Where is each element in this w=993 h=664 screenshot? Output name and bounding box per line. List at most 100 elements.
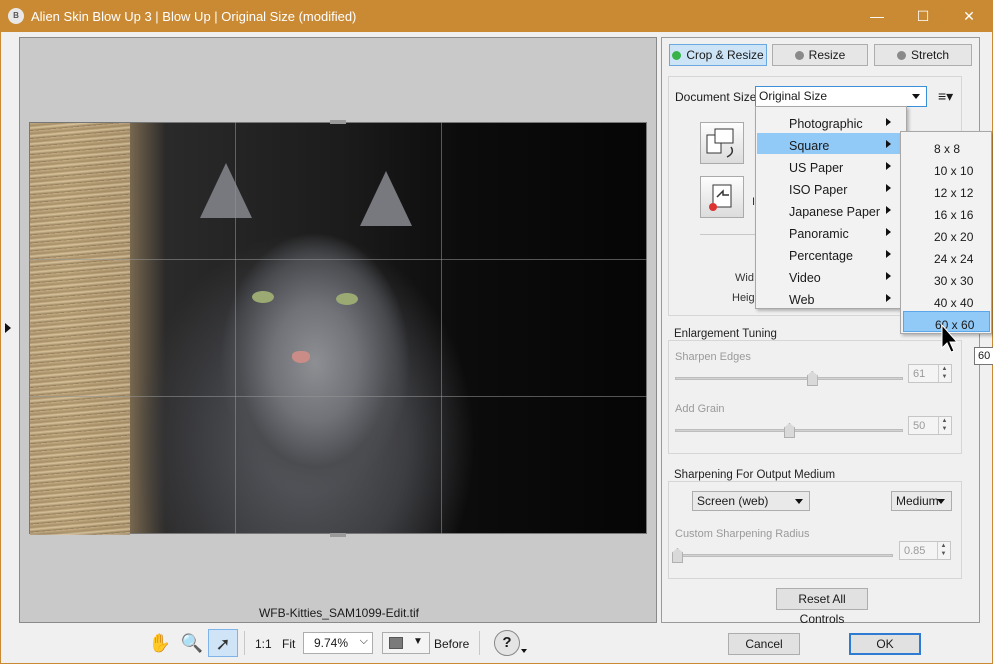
dropdown-arrow-icon [937, 499, 945, 504]
spinner-arrows-icon[interactable]: ▲ ▼ [937, 542, 949, 559]
menu-item-20x20[interactable]: 20 x 20 [903, 224, 990, 245]
cat-nose [292, 351, 310, 363]
app-logo-icon: B [8, 8, 24, 24]
add-grain-label: Add Grain [675, 403, 725, 415]
submenu-arrow-icon [886, 228, 891, 236]
menu-item-label: Square [789, 139, 830, 153]
document-size-value: Original Size [759, 89, 828, 103]
cat-ear-right [360, 171, 412, 226]
spinner-arrows-icon[interactable]: ▲ ▼ [938, 417, 950, 434]
inactive-indicator-icon [794, 51, 804, 60]
menu-item-label: ISO Paper [789, 183, 848, 197]
inactive-indicator-icon [896, 51, 906, 60]
zoom-1-to-1-button[interactable]: 1:1 [255, 637, 272, 651]
tab-label: Resize [808, 48, 846, 62]
menu-item-30x30[interactable]: 30 x 30 [903, 268, 990, 289]
menu-item-10x10[interactable]: 10 x 10 [903, 158, 990, 179]
minimize-button[interactable]: — [854, 1, 900, 31]
menu-item-panoramic[interactable]: Panoramic [757, 221, 905, 242]
menu-item-label: Video [789, 271, 821, 285]
menu-item-label: Percentage [789, 249, 853, 263]
spinner-arrows-icon[interactable]: ▲ ▼ [938, 365, 950, 382]
cat-eye-right [336, 293, 358, 305]
maximize-button[interactable]: ☐ [900, 1, 946, 31]
menu-item-us-paper[interactable]: US Paper [757, 155, 905, 176]
zoom-fit-button[interactable]: Fit [282, 637, 295, 651]
menu-item-label: Japanese Paper [789, 205, 881, 219]
custom-radius-slider[interactable] [675, 554, 893, 557]
submenu-arrow-icon [886, 118, 891, 126]
presets-menu-icon[interactable]: ≡▾ [938, 88, 953, 105]
submenu-arrow-icon [886, 272, 891, 280]
cancel-button[interactable]: Cancel [728, 633, 800, 655]
output-medium-select[interactable]: Screen (web) [692, 491, 810, 511]
add-grain-input[interactable]: 50 ▲ ▼ [908, 416, 952, 435]
scratching-post-image-region [30, 123, 130, 535]
help-menu-arrow-icon[interactable] [521, 649, 527, 653]
preview-image[interactable] [29, 122, 647, 535]
menu-item-percentage[interactable]: Percentage [757, 243, 905, 264]
menu-item-iso-paper[interactable]: ISO Paper [757, 177, 905, 198]
menu-item-24x24[interactable]: 24 x 24 [903, 246, 990, 267]
sharpen-edges-value: 61 [913, 368, 926, 380]
menu-item-web[interactable]: Web [757, 287, 905, 308]
help-button[interactable]: ? [494, 630, 520, 656]
square-size-submenu: 8 x 8 10 x 10 12 x 12 16 x 16 20 x 20 24… [900, 131, 992, 334]
document-size-select[interactable]: Original Size [755, 86, 927, 107]
select-tool-icon[interactable]: ➚ [208, 629, 238, 657]
tab-resize[interactable]: Resize [772, 44, 868, 66]
expand-left-panel-icon[interactable] [5, 323, 11, 333]
menu-item-japanese-paper[interactable]: Japanese Paper [757, 199, 905, 220]
sharpen-edges-slider[interactable] [675, 377, 903, 380]
submenu-arrow-icon [886, 294, 891, 302]
submenu-arrow-icon [886, 140, 891, 148]
menu-item-square[interactable]: Square [757, 133, 905, 154]
dropdown-arrow-icon [795, 499, 803, 504]
dropdown-arrow-icon [912, 94, 920, 99]
zoom-level-select[interactable]: 9.74% ⌵ [303, 632, 373, 654]
enlargement-tuning-label: Enlargement Tuning [674, 328, 780, 340]
menu-item-label: US Paper [789, 161, 844, 175]
document-size-menu: Photographic Square US Paper ISO Paper J… [755, 106, 907, 309]
output-strength-select[interactable]: Medium [891, 491, 952, 511]
ok-button[interactable]: OK [849, 633, 921, 655]
menu-item-40x40[interactable]: 40 x 40 [903, 290, 990, 311]
custom-radius-input[interactable]: 0.85 ▲ ▼ [899, 541, 951, 560]
rotate-crop-icon[interactable] [700, 122, 744, 164]
hand-tool-icon[interactable]: ✋ [145, 629, 175, 657]
submenu-arrow-icon [886, 206, 891, 214]
reset-all-controls-button[interactable]: Reset All Controls [776, 588, 868, 626]
tab-crop-resize[interactable]: Crop & Resize [669, 44, 767, 66]
menu-item-12x12[interactable]: 12 x 12 [903, 180, 990, 201]
menu-item-video[interactable]: Video [757, 265, 905, 286]
background-color-select[interactable]: ▼ [382, 632, 430, 654]
zoom-tool-icon[interactable]: 🔍 [177, 629, 207, 657]
tab-label: Crop & Resize [686, 48, 764, 62]
tab-stretch[interactable]: Stretch [874, 44, 972, 66]
sharpen-edges-input[interactable]: 61 ▲ ▼ [908, 364, 952, 383]
cat-eye-left [252, 291, 274, 303]
close-button[interactable]: ✕ [946, 1, 992, 31]
menu-item-photographic[interactable]: Photographic [757, 111, 905, 132]
menu-item-8x8[interactable]: 8 x 8 [903, 136, 990, 157]
dropdown-arrow-icon: ▼ [413, 636, 423, 647]
title-bar[interactable]: B Alien Skin Blow Up 3 | Blow Up | Origi… [1, 1, 992, 32]
sharpen-edges-label: Sharpen Edges [675, 351, 751, 363]
reset-crop-icon[interactable] [700, 176, 744, 218]
chevron-down-icon: ⌵ [359, 635, 368, 647]
toolbar-divider [244, 631, 245, 655]
color-swatch [389, 637, 403, 649]
submenu-arrow-icon [886, 250, 891, 258]
document-size-label: Document Size [675, 90, 757, 104]
preview-canvas[interactable]: WFB-Kitties_SAM1099-Edit.tif [19, 37, 657, 623]
active-indicator-icon [672, 51, 682, 60]
menu-item-16x16[interactable]: 16 x 16 [903, 202, 990, 223]
add-grain-value: 50 [913, 420, 926, 432]
crop-handle-top[interactable] [330, 120, 346, 124]
crop-handle-bottom[interactable] [330, 533, 346, 537]
sharpening-output-label: Sharpening For Output Medium [674, 469, 839, 481]
cat-ear-left [200, 163, 252, 218]
menu-item-label: Panoramic [789, 227, 849, 241]
toolbar-divider [479, 631, 480, 655]
before-toggle[interactable]: Before [434, 637, 469, 651]
